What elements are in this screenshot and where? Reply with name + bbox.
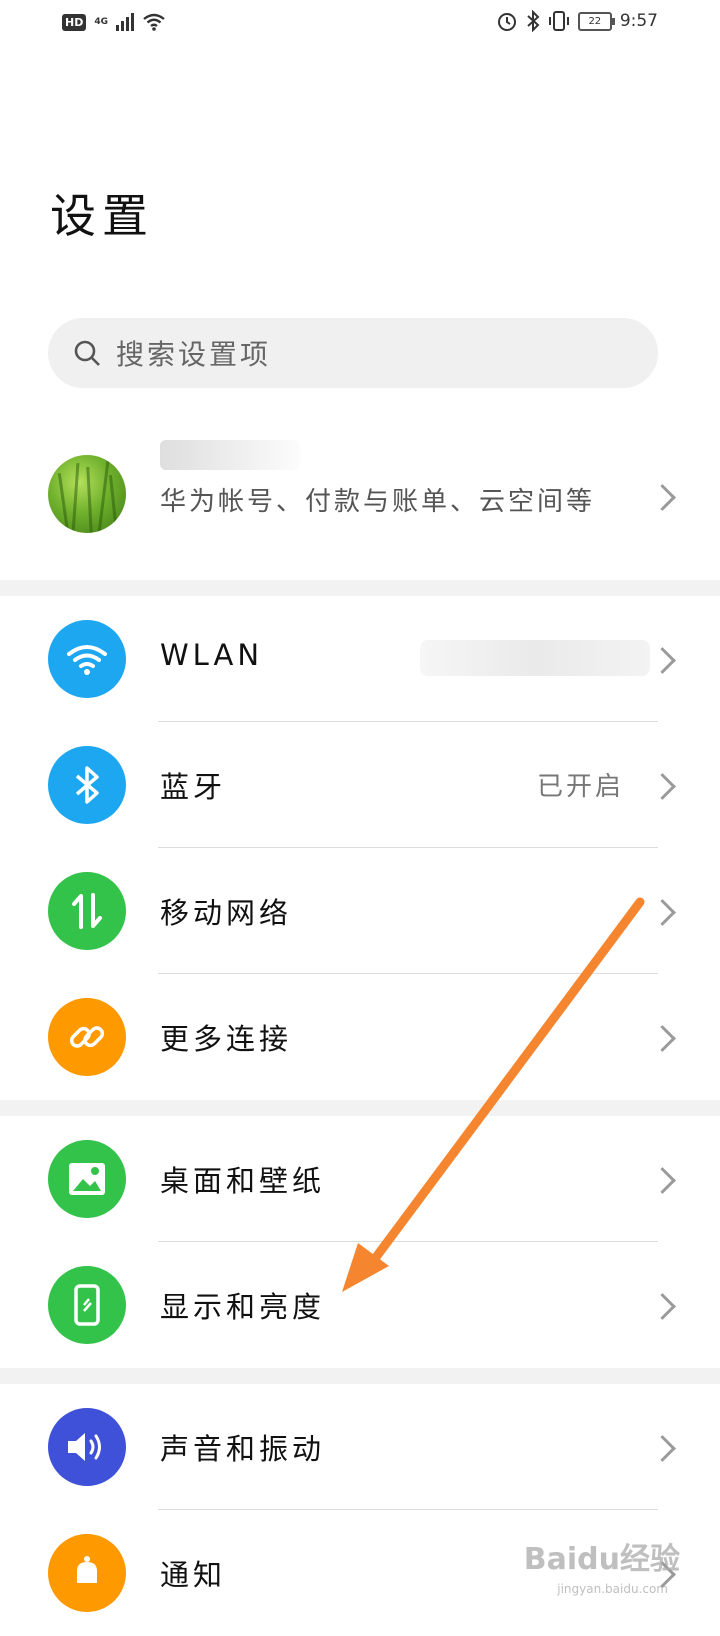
search-placeholder: 搜索设置项 bbox=[116, 338, 272, 371]
settings-row-display[interactable]: 显示和亮度 bbox=[0, 1242, 720, 1368]
settings-row-mobile-network[interactable]: 移动网络 bbox=[0, 848, 720, 974]
row-label: 声音和振动 bbox=[160, 1432, 326, 1466]
alarm-icon bbox=[497, 13, 516, 31]
network-type: 4G bbox=[94, 16, 108, 27]
link-icon bbox=[48, 998, 126, 1076]
settings-row-sound[interactable]: 声音和振动 bbox=[0, 1384, 720, 1510]
chevron-right-icon bbox=[649, 899, 676, 926]
bluetooth-status: 已开启 bbox=[536, 772, 624, 802]
avatar bbox=[48, 455, 126, 533]
chevron-right-icon bbox=[649, 484, 676, 511]
status-bar: HD 4G 22 9:57 bbox=[0, 0, 720, 48]
settings-row-bluetooth[interactable]: 蓝牙 已开启 bbox=[0, 722, 720, 848]
page-title: 设置 bbox=[50, 189, 154, 243]
signal-icon bbox=[116, 13, 134, 31]
mobile-data-icon bbox=[48, 872, 126, 950]
row-label: 移动网络 bbox=[160, 896, 293, 930]
display-icon bbox=[48, 1266, 126, 1344]
settings-row-more-connections[interactable]: 更多连接 bbox=[0, 974, 720, 1100]
account-name-redacted bbox=[160, 440, 300, 470]
bluetooth-status-icon bbox=[527, 10, 540, 32]
clock: 9:57 bbox=[619, 11, 658, 31]
section-gap bbox=[0, 580, 720, 596]
battery-icon: 22 bbox=[577, 11, 615, 31]
row-label: 更多连接 bbox=[160, 1022, 293, 1056]
chevron-right-icon bbox=[649, 647, 676, 674]
settings-row-wallpaper[interactable]: 桌面和壁纸 bbox=[0, 1116, 720, 1242]
account-row[interactable]: 华为帐号、付款与账单、云空间等 bbox=[0, 430, 720, 580]
row-label: WLAN bbox=[160, 638, 264, 672]
wlan-network-redacted bbox=[420, 640, 650, 676]
vibrate-icon bbox=[548, 11, 569, 31]
wifi-status-icon bbox=[143, 13, 165, 31]
chevron-right-icon bbox=[649, 773, 676, 800]
row-label: 桌面和壁纸 bbox=[160, 1164, 326, 1198]
section-gap bbox=[0, 1100, 720, 1116]
wallpaper-icon bbox=[48, 1140, 126, 1218]
bluetooth-icon bbox=[48, 746, 126, 824]
chevron-right-icon bbox=[649, 1025, 676, 1052]
row-label: 显示和亮度 bbox=[160, 1290, 326, 1324]
watermark-url: jingyan.baidu.com bbox=[557, 1582, 668, 1596]
chevron-right-icon bbox=[649, 1293, 676, 1320]
chevron-right-icon bbox=[649, 1167, 676, 1194]
row-label: 蓝牙 bbox=[160, 770, 227, 804]
row-label: 通知 bbox=[160, 1558, 227, 1592]
wifi-icon bbox=[48, 620, 126, 698]
settings-row-wlan[interactable]: WLAN bbox=[0, 596, 720, 722]
search-input[interactable]: 搜索设置项 bbox=[48, 318, 658, 388]
volume-icon bbox=[48, 1408, 126, 1486]
chevron-right-icon bbox=[649, 1435, 676, 1462]
hd-voice-icon: HD bbox=[62, 13, 87, 31]
watermark-logo: Baidu经验 bbox=[523, 1542, 680, 1577]
search-icon bbox=[74, 340, 100, 366]
notification-icon bbox=[48, 1534, 126, 1612]
section-gap bbox=[0, 1368, 720, 1384]
account-subtitle: 华为帐号、付款与账单、云空间等 bbox=[160, 487, 596, 517]
